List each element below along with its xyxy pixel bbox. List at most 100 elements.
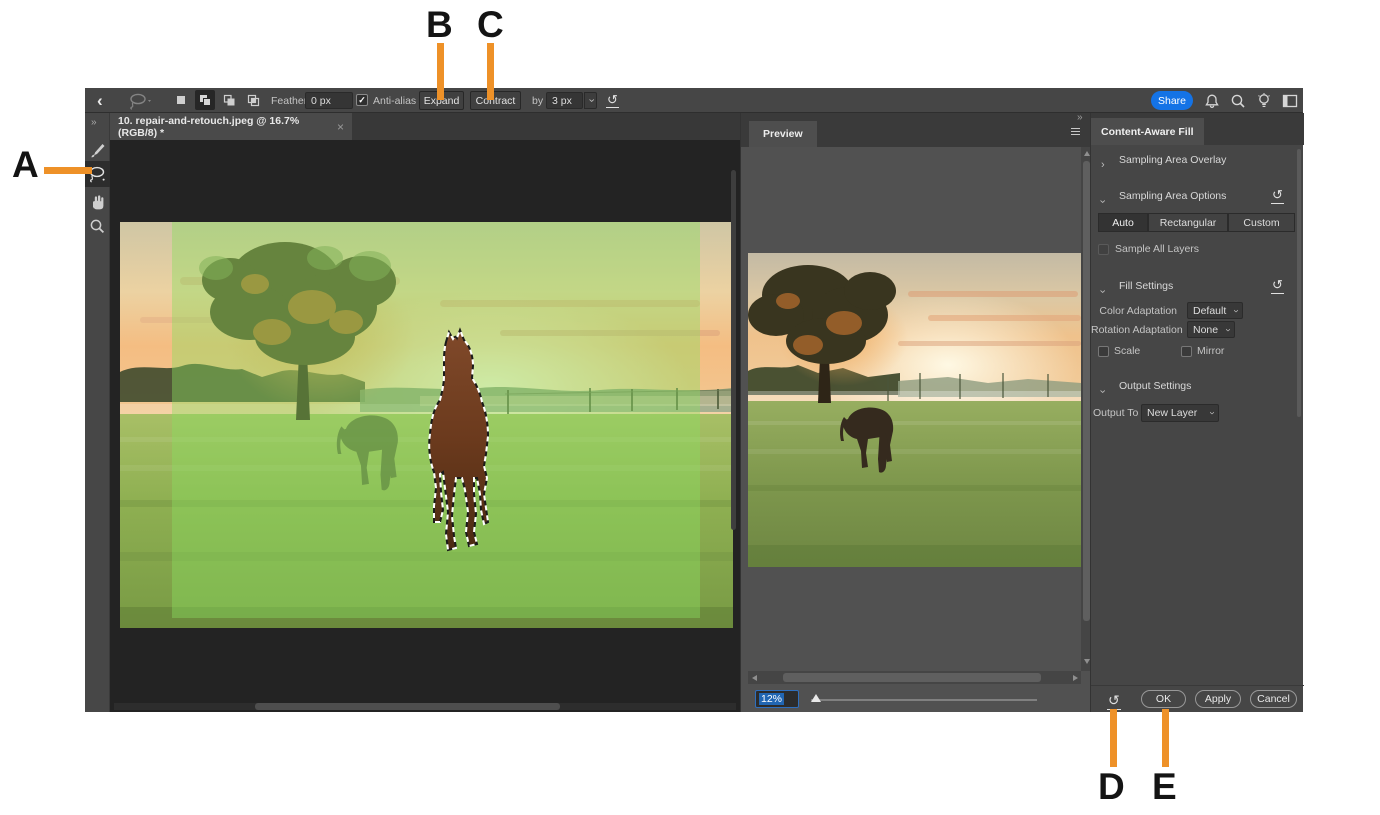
tools-panel: » — [85, 113, 110, 712]
sampling-area-options-section[interactable]: › — [1100, 191, 1104, 209]
by-amount-select[interactable]: 3 px — [546, 92, 583, 109]
contract-button-label: Contract — [476, 95, 516, 107]
document-tab-bar: 10. repair-and-retouch.jpeg @ 16.7% (RGB… — [110, 113, 740, 140]
document-horizontal-scrollbar[interactable] — [255, 703, 560, 710]
panel-scrollbar[interactable] — [1297, 149, 1301, 417]
add-to-selection-mode-button[interactable] — [195, 90, 215, 110]
intersect-selection-mode-button[interactable] — [243, 90, 263, 110]
caf-tab-bar: Content-Aware Fill — [1091, 113, 1304, 145]
document-tab-title: 10. repair-and-retouch.jpeg @ 16.7% (RGB… — [118, 115, 330, 139]
apply-button[interactable]: Apply — [1195, 690, 1241, 708]
magnifier-icon — [89, 218, 106, 235]
sampling-brush-tool[interactable] — [85, 137, 110, 163]
color-adaptation-dropdown[interactable]: Default › — [1187, 302, 1243, 319]
scroll-left-arrow-icon[interactable] — [752, 675, 757, 681]
document-canvas[interactable] — [110, 140, 740, 712]
new-selection-icon — [177, 96, 185, 104]
reset-sampling-options-button[interactable]: ↺ — [1271, 186, 1284, 204]
by-label: by — [532, 88, 543, 113]
back-button[interactable]: ‹ — [97, 88, 103, 113]
output-to-dropdown[interactable]: New Layer › — [1141, 404, 1219, 422]
antialias-checkbox[interactable]: ✓ — [356, 94, 368, 106]
rotation-adaptation-label: Rotation Adaptation — [1091, 324, 1177, 336]
sampling-area-overlay-section[interactable]: › — [1101, 155, 1105, 173]
fill-settings-label[interactable]: Fill Settings — [1119, 280, 1173, 292]
discover-button[interactable] — [1255, 88, 1273, 113]
fill-settings-section[interactable]: › — [1100, 281, 1104, 299]
scale-label: Scale — [1114, 345, 1140, 357]
subtract-selection-icon — [221, 92, 237, 108]
preview-horizontal-scrollbar[interactable] — [783, 673, 1041, 682]
sampling-area-overlay-label[interactable]: Sampling Area Overlay — [1119, 154, 1226, 166]
sampling-area-options-label[interactable]: Sampling Area Options — [1119, 190, 1226, 202]
preview-tab[interactable]: Preview — [749, 121, 817, 147]
preview-zoom-slider-track[interactable] — [811, 699, 1037, 701]
annotation-letter-b: B — [426, 6, 453, 43]
reset-icon: ↺ — [1107, 692, 1121, 710]
brush-icon — [89, 142, 106, 159]
rotation-adaptation-dropdown[interactable]: None › — [1187, 321, 1235, 338]
mirror-checkbox[interactable] — [1181, 346, 1192, 357]
check-icon: ✓ — [358, 96, 366, 105]
share-button[interactable]: Share — [1151, 91, 1193, 110]
hand-tool[interactable] — [85, 189, 110, 215]
apply-button-label: Apply — [1205, 693, 1231, 705]
ok-button[interactable]: OK — [1141, 690, 1186, 708]
sampling-custom-label: Custom — [1243, 217, 1279, 229]
close-icon[interactable]: × — [337, 120, 344, 134]
reset-all-button[interactable]: ↺ — [1107, 692, 1121, 710]
document-image[interactable] — [120, 222, 733, 628]
annotation-letter-e: E — [1152, 768, 1177, 805]
lasso-tool-indicator-icon — [127, 88, 153, 113]
caf-tab[interactable]: Content-Aware Fill — [1091, 118, 1204, 145]
output-settings-label[interactable]: Output Settings — [1119, 380, 1191, 392]
lasso-tool-selected[interactable] — [85, 161, 110, 187]
sampling-rectangular-button[interactable]: Rectangular — [1148, 213, 1228, 232]
annotation-line-b — [437, 43, 444, 100]
cancel-button[interactable]: Cancel — [1250, 690, 1297, 708]
sampling-auto-button[interactable]: Auto — [1098, 213, 1148, 232]
preview-zoom-input[interactable]: 12% — [755, 690, 799, 708]
zoom-tool[interactable] — [85, 213, 110, 239]
reset-fill-settings-button[interactable]: ↺ — [1271, 276, 1284, 294]
annotation-line-a — [44, 167, 92, 174]
preview-zoom-value: 12% — [759, 693, 784, 705]
preview-vertical-scrollbar[interactable] — [1083, 161, 1090, 621]
color-adaptation-label: Color Adaptation — [1091, 305, 1177, 317]
by-amount-dropdown-arrow[interactable]: › — [584, 92, 597, 109]
chevron-down-icon: › — [1206, 411, 1216, 414]
chevron-down-icon: › — [1096, 290, 1107, 294]
share-button-label: Share — [1158, 95, 1186, 107]
output-settings-section[interactable]: › — [1100, 381, 1104, 399]
document-tab[interactable]: 10. repair-and-retouch.jpeg @ 16.7% (RGB… — [110, 113, 352, 140]
sampling-custom-button[interactable]: Custom — [1228, 213, 1295, 232]
reset-tool-button[interactable]: ↺ — [606, 88, 619, 113]
color-adaptation-value: Default — [1193, 305, 1226, 317]
sample-all-layers-label: Sample All Layers — [1115, 243, 1199, 255]
new-selection-mode-button[interactable] — [171, 90, 191, 110]
scroll-right-arrow-icon[interactable] — [1073, 675, 1078, 681]
document-vertical-scrollbar[interactable] — [731, 170, 736, 530]
collapse-panel-icon[interactable]: » — [1077, 112, 1083, 123]
subtract-from-selection-mode-button[interactable] — [219, 90, 239, 110]
workspace-button[interactable] — [1281, 88, 1299, 113]
workspace-layout-icon — [1281, 92, 1299, 110]
add-selection-icon — [197, 92, 213, 108]
output-to-value: New Layer — [1147, 407, 1197, 419]
search-button[interactable] — [1229, 88, 1247, 113]
chevron-down-icon: › — [1222, 328, 1232, 331]
contract-button[interactable]: Contract — [470, 91, 521, 110]
feather-input[interactable]: 0 px — [305, 92, 353, 109]
chevron-down-icon: › — [1096, 390, 1107, 394]
preview-image[interactable] — [748, 253, 1081, 567]
preview-zoom-slider-thumb[interactable] — [811, 694, 821, 702]
scale-checkbox[interactable] — [1098, 346, 1109, 357]
panel-action-bar: ↺ OK Apply Cancel — [1091, 685, 1304, 712]
expand-tools-icon[interactable]: » — [91, 117, 97, 128]
panel-menu-icon[interactable] — [1071, 126, 1080, 137]
search-icon — [1229, 92, 1247, 110]
intersect-selection-icon — [245, 92, 261, 108]
options-bar: ‹ — [85, 88, 1303, 113]
content-aware-fill-panel: Content-Aware Fill › Sampling Area Overl… — [1090, 113, 1303, 712]
notifications-button[interactable] — [1203, 88, 1221, 113]
